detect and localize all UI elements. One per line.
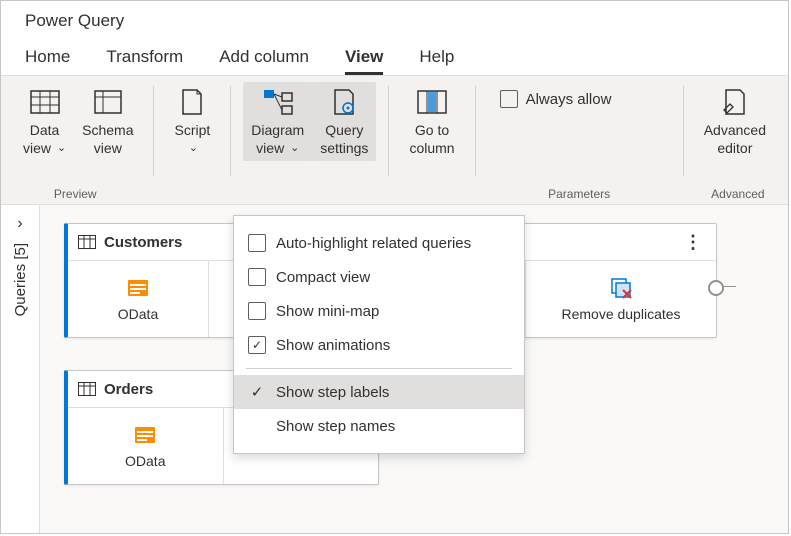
check-icon: ✓	[248, 383, 266, 401]
separator	[683, 86, 684, 176]
odata-icon	[126, 276, 150, 300]
step-remove-duplicates[interactable]: Remove duplicates	[526, 261, 716, 337]
query-name: Customers	[104, 234, 182, 251]
step-odata[interactable]: OData	[68, 408, 224, 484]
group-advanced: Advancededitor Advanced	[688, 76, 788, 204]
menu-show-step-labels[interactable]: ✓ Show step labels	[234, 375, 524, 409]
tab-help[interactable]: Help	[419, 41, 454, 75]
menu-show-animations[interactable]: Show animations	[234, 328, 524, 362]
remove-duplicates-icon	[609, 276, 633, 300]
query-settings-button[interactable]: Querysettings	[312, 82, 376, 161]
ribbon-tabs: Home Transform Add column View Help	[1, 41, 788, 75]
menu-divider	[246, 368, 512, 369]
data-view-icon	[29, 86, 61, 118]
schema-view-icon	[92, 86, 124, 118]
menu-compact-view[interactable]: Compact view	[234, 260, 524, 294]
group-script: Script	[158, 76, 226, 204]
query-name: Orders	[104, 381, 153, 398]
script-button[interactable]: Script	[166, 82, 218, 161]
connector-line	[724, 286, 736, 287]
separator	[475, 86, 476, 176]
app-title: Power Query	[1, 1, 788, 41]
diagram-view-dropdown: Auto-highlight related queries Compact v…	[233, 215, 525, 454]
odata-icon	[133, 423, 157, 447]
advanced-editor-button[interactable]: Advancededitor	[696, 82, 774, 161]
table-icon	[78, 382, 96, 396]
group-parameters: Always allow Parameters	[480, 76, 679, 204]
group-preview: Dataview Schemaview Preview	[1, 76, 149, 204]
tab-home[interactable]: Home	[25, 41, 70, 75]
always-allow-checkbox[interactable]: Always allow	[488, 86, 624, 112]
menu-auto-highlight[interactable]: Auto-highlight related queries	[234, 226, 524, 260]
tab-view[interactable]: View	[345, 41, 383, 75]
checkbox-checked-icon	[248, 336, 266, 354]
queries-count-label: Queries [5]	[12, 243, 29, 316]
advanced-group-label: Advanced	[688, 187, 788, 201]
preview-group-label: Preview	[1, 187, 149, 201]
step-odata[interactable]: OData	[68, 261, 209, 337]
menu-show-minimap[interactable]: Show mini-map	[234, 294, 524, 328]
data-view-button[interactable]: Dataview	[15, 82, 74, 161]
go-to-column-button[interactable]: Go tocolumn	[401, 82, 462, 161]
tab-transform[interactable]: Transform	[106, 41, 183, 75]
step-label: OData	[118, 306, 158, 322]
expand-icon[interactable]: ›	[17, 215, 22, 233]
schema-view-button[interactable]: Schemaview	[74, 82, 141, 161]
tab-add-column[interactable]: Add column	[219, 41, 309, 75]
script-icon	[176, 86, 208, 118]
ribbon: Dataview Schemaview Preview Script	[1, 75, 788, 205]
checkbox-icon	[248, 302, 266, 320]
advanced-editor-icon	[719, 86, 751, 118]
step-label: Remove duplicates	[561, 306, 680, 322]
more-menu-button[interactable]: ⋮	[678, 232, 706, 253]
group-diagram: Diagramview Querysettings	[235, 76, 384, 204]
output-handle[interactable]	[708, 280, 724, 296]
separator	[230, 86, 231, 176]
queries-sidebar[interactable]: › Queries [5]	[1, 205, 40, 533]
checkbox-icon	[248, 268, 266, 286]
table-icon	[78, 235, 96, 249]
diagram-view-button[interactable]: Diagramview	[243, 82, 312, 161]
checkbox-icon	[500, 90, 518, 108]
separator	[388, 86, 389, 176]
parameters-group-label: Parameters	[480, 187, 679, 201]
group-goto: Go tocolumn	[393, 76, 470, 204]
checkbox-icon	[248, 234, 266, 252]
step-label: OData	[125, 453, 165, 469]
query-settings-icon	[328, 86, 360, 118]
separator	[153, 86, 154, 176]
menu-show-step-names[interactable]: Show step names	[234, 409, 524, 443]
diagram-view-icon	[262, 86, 294, 118]
go-to-column-icon	[416, 86, 448, 118]
